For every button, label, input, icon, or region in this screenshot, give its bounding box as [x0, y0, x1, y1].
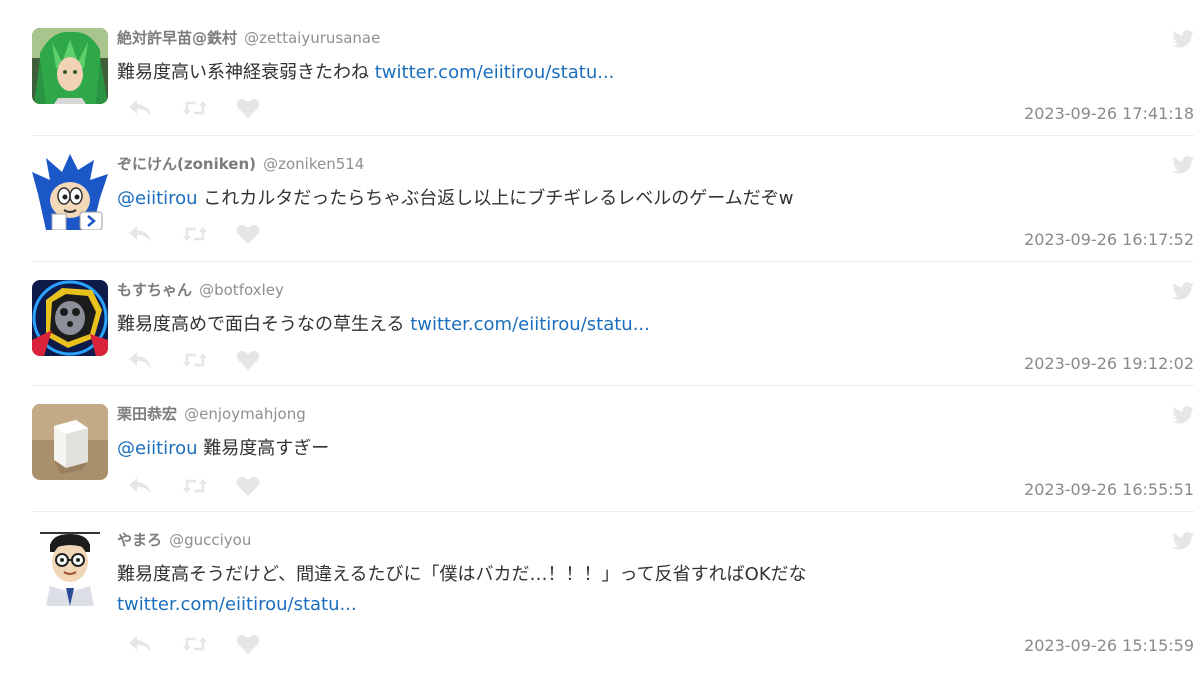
tweet-text-content: 難易度高そうだけど、間違えるたびに「僕はバカだ…！！！」って反省すればOKだな	[117, 564, 807, 585]
tweet-text-content: 難易度高めで面白そうなの草生える	[117, 314, 411, 335]
reply-icon[interactable]	[128, 476, 154, 496]
tweet-text: @eiitirou 難易度高すぎー	[117, 434, 1117, 464]
timestamp[interactable]: 2023-09-26 19:12:02	[1024, 354, 1194, 373]
screen-name[interactable]: @zoniken514	[263, 155, 364, 173]
retweet-icon[interactable]	[182, 476, 208, 496]
tweet-text: 難易度高そうだけど、間違えるたびに「僕はバカだ…！！！」って反省すればOKだな t…	[117, 560, 1017, 620]
tweet-item: やまろ @gucciyou 難易度高そうだけど、間違えるたびに「僕はバカだ…！！…	[32, 530, 1194, 670]
tweet-item: 栗田恭宏 @enjoymahjong @eiitirou 難易度高すぎー 202…	[32, 404, 1194, 512]
display-name[interactable]: 栗田恭宏	[117, 405, 177, 423]
display-name[interactable]: もすちゃん	[117, 281, 192, 299]
screen-name[interactable]: @zettaiyurusanae	[244, 29, 380, 47]
tweet-text-content: 難易度高い系神経衰弱きたわね	[117, 62, 375, 83]
like-icon[interactable]	[236, 350, 262, 370]
twitter-bird-icon[interactable]	[1172, 282, 1194, 300]
tweet-link[interactable]: twitter.com/eiitirou/statu...	[375, 62, 615, 83]
mention-link[interactable]: @eiitirou	[117, 188, 198, 209]
tweet-item: もすちゃん @botfoxley 難易度高めで面白そうなの草生える twitte…	[32, 280, 1194, 386]
display-name[interactable]: やまろ	[117, 531, 162, 549]
reply-icon[interactable]	[128, 224, 154, 244]
timestamp[interactable]: 2023-09-26 16:55:51	[1024, 480, 1194, 499]
avatar[interactable]	[32, 530, 108, 606]
reply-icon[interactable]	[128, 98, 154, 118]
screen-name[interactable]: @botfoxley	[199, 281, 284, 299]
retweet-icon[interactable]	[182, 350, 208, 370]
like-icon[interactable]	[236, 98, 262, 118]
screen-name[interactable]: @gucciyou	[169, 531, 251, 549]
avatar[interactable]	[32, 154, 108, 230]
tweet-text-content: これカルタだったらちゃぶ台返し以上にブチギレるレベルのゲームだぞw	[197, 188, 794, 209]
timestamp[interactable]: 2023-09-26 15:15:59	[1024, 636, 1194, 655]
retweet-icon[interactable]	[182, 98, 208, 118]
like-icon[interactable]	[236, 224, 262, 244]
timestamp[interactable]: 2023-09-26 16:17:52	[1024, 230, 1194, 249]
display-name[interactable]: ぞにけん(zoniken)	[117, 155, 256, 173]
tweet-text: 難易度高い系神経衰弱きたわね twitter.com/eiitirou/stat…	[117, 58, 1117, 88]
twitter-bird-icon[interactable]	[1172, 406, 1194, 424]
tweet-header: 絶対許早苗@鉄村 @zettaiyurusanae	[117, 28, 380, 48]
tweet-text: @eiitirou これカルタだったらちゃぶ台返し以上にブチギレるレベルのゲーム…	[117, 184, 1117, 214]
twitter-bird-icon[interactable]	[1172, 30, 1194, 48]
avatar[interactable]	[32, 404, 108, 480]
tweet-text: 難易度高めで面白そうなの草生える twitter.com/eiitirou/st…	[117, 310, 1117, 340]
display-name[interactable]: 絶対許早苗@鉄村	[117, 29, 237, 47]
tweet-header: もすちゃん @botfoxley	[117, 280, 284, 300]
timestamp[interactable]: 2023-09-26 17:41:18	[1024, 104, 1194, 123]
reply-icon[interactable]	[128, 350, 154, 370]
avatar[interactable]	[32, 280, 108, 356]
tweet-header: やまろ @gucciyou	[117, 530, 251, 550]
like-icon[interactable]	[236, 634, 262, 654]
tweet-text-content: 難易度高すぎー	[197, 438, 330, 459]
tweet-header: ぞにけん(zoniken) @zoniken514	[117, 154, 364, 174]
avatar[interactable]	[32, 28, 108, 104]
tweet-item: ぞにけん(zoniken) @zoniken514 @eiitirou これカル…	[32, 154, 1194, 262]
mention-link[interactable]: @eiitirou	[117, 438, 198, 459]
reply-icon[interactable]	[128, 634, 154, 654]
tweet-feed: 絶対許早苗@鉄村 @zettaiyurusanae 難易度高い系神経衰弱きたわね…	[0, 0, 1200, 675]
retweet-icon[interactable]	[182, 634, 208, 654]
tweet-link[interactable]: twitter.com/eiitirou/statu...	[410, 314, 650, 335]
tweet-link[interactable]: twitter.com/eiitirou/statu...	[117, 594, 357, 615]
twitter-bird-icon[interactable]	[1172, 532, 1194, 550]
like-icon[interactable]	[236, 476, 262, 496]
screen-name[interactable]: @enjoymahjong	[184, 405, 306, 423]
twitter-bird-icon[interactable]	[1172, 156, 1194, 174]
tweet-item: 絶対許早苗@鉄村 @zettaiyurusanae 難易度高い系神経衰弱きたわね…	[32, 28, 1194, 136]
tweet-header: 栗田恭宏 @enjoymahjong	[117, 404, 306, 424]
retweet-icon[interactable]	[182, 224, 208, 244]
